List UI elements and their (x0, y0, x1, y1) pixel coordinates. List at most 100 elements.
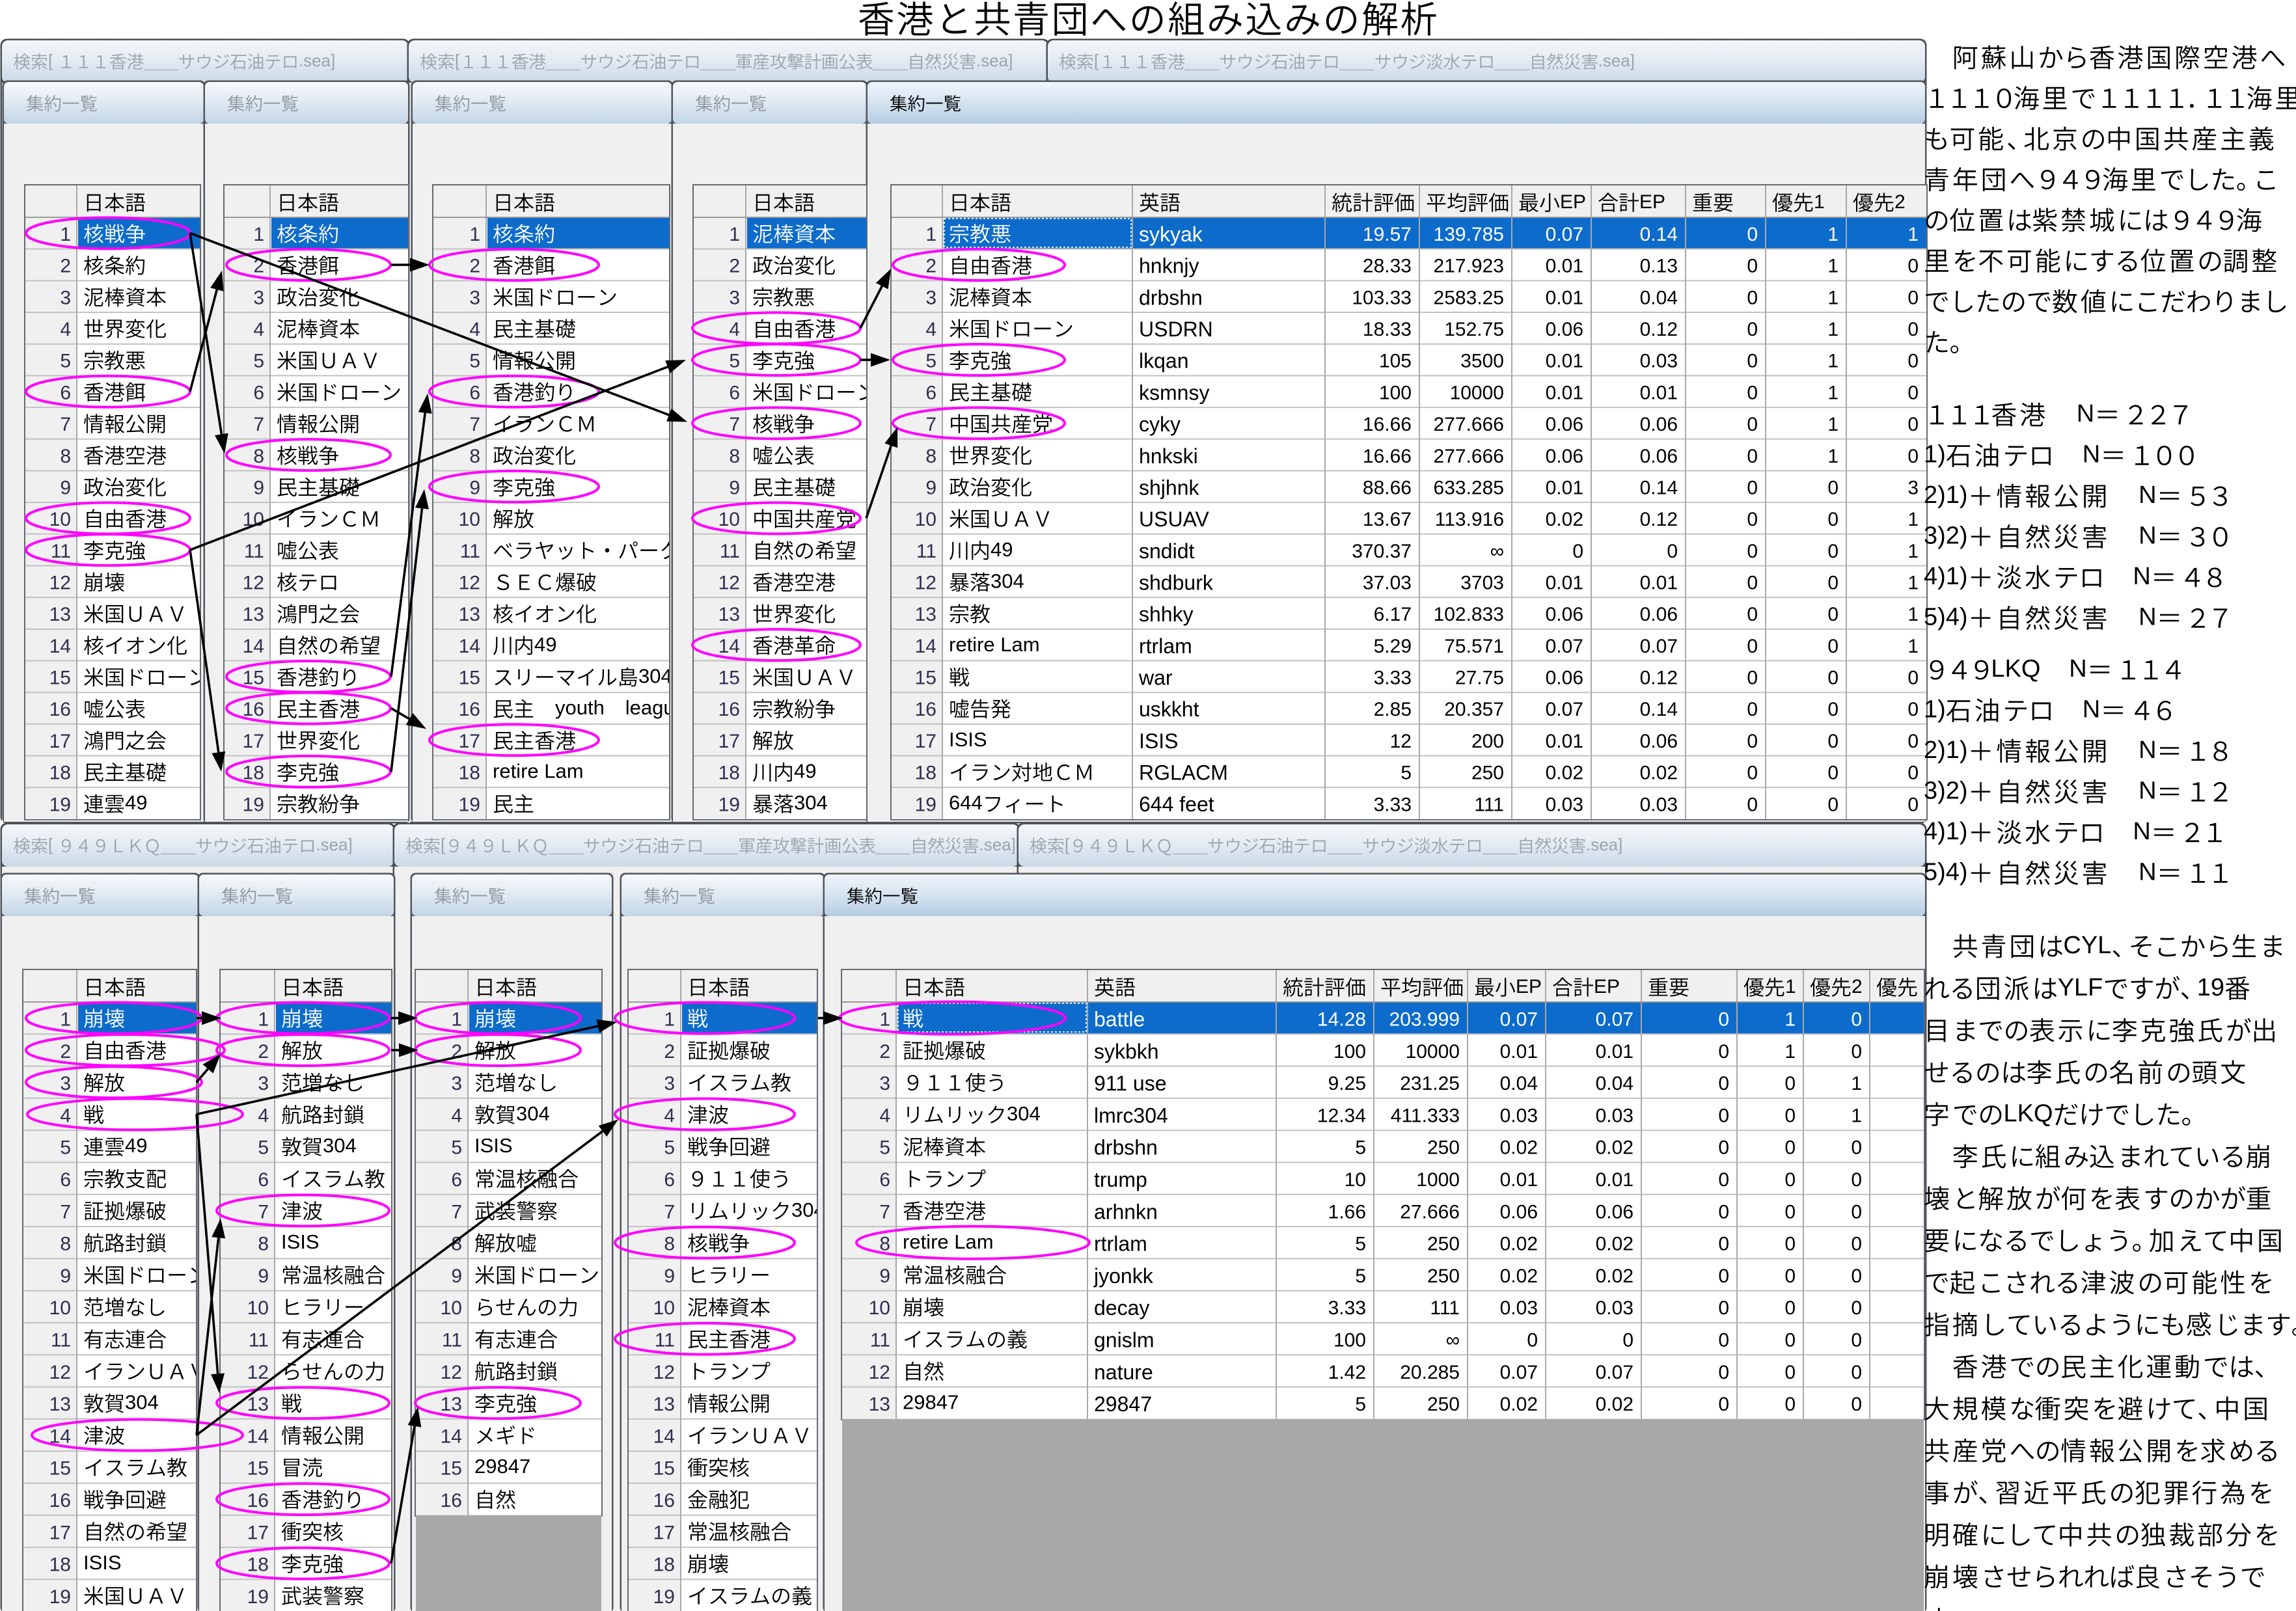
svg-text:1: 1 (451, 1009, 462, 1031)
svg-text:jyonkk: jyonkk (1093, 1264, 1154, 1288)
svg-text:0.01: 0.01 (1640, 573, 1678, 594)
svg-text:[: [ (48, 51, 53, 70)
svg-text:youth: youth (555, 696, 605, 719)
svg-text:7: 7 (60, 1201, 71, 1223)
svg-text:N: N (2139, 522, 2156, 550)
svg-text:0: 0 (1718, 1201, 1729, 1223)
svg-text:15: 15 (718, 668, 740, 689)
svg-text:0: 0 (1827, 509, 1838, 530)
svg-text:0: 0 (1851, 1266, 1862, 1287)
svg-text:10: 10 (441, 1297, 462, 1319)
svg-text:ISIS: ISIS (474, 1134, 513, 1157)
svg-text:1: 1 (664, 1009, 675, 1031)
svg-text:14: 14 (243, 636, 264, 657)
svg-text:0: 0 (1907, 731, 1919, 752)
svg-text:LKQ: LKQ (2004, 1100, 2053, 1128)
svg-text:1: 1 (469, 224, 480, 245)
svg-text:0: 0 (1827, 794, 1838, 815)
svg-text:∞: ∞ (1446, 1330, 1460, 1351)
svg-text:4: 4 (925, 319, 936, 340)
svg-text:uskkht: uskkht (1139, 697, 1199, 721)
svg-text:0: 0 (1527, 1330, 1538, 1351)
svg-text:2: 2 (469, 256, 480, 277)
svg-text:18: 18 (915, 763, 936, 784)
svg-text:0.06: 0.06 (1640, 414, 1678, 435)
svg-text:retire Lam: retire Lam (493, 760, 584, 783)
svg-text:12: 12 (243, 573, 264, 594)
svg-text:9: 9 (729, 478, 740, 499)
svg-text:0.12: 0.12 (1640, 319, 1678, 340)
svg-text:0.01: 0.01 (1596, 1041, 1633, 1063)
svg-text:11: 11 (655, 1330, 675, 1351)
svg-text:hnkski: hnkski (1139, 444, 1198, 468)
svg-text:100: 100 (1379, 382, 1412, 403)
svg-text:15: 15 (49, 668, 71, 689)
svg-text:3.33: 3.33 (1374, 668, 1412, 689)
svg-text:5: 5 (1401, 763, 1412, 784)
svg-text:EP: EP (1560, 191, 1586, 213)
svg-text:0: 0 (1907, 256, 1919, 277)
svg-text:3: 3 (879, 1073, 890, 1094)
svg-text:N: N (2139, 778, 2156, 805)
svg-text:0: 0 (1784, 1169, 1796, 1191)
svg-text:0: 0 (1907, 351, 1919, 372)
svg-text:10: 10 (869, 1297, 890, 1319)
svg-text:0: 0 (1827, 478, 1838, 499)
svg-text:17: 17 (49, 731, 71, 752)
svg-text:1: 1 (925, 224, 936, 245)
svg-text:111: 111 (1430, 1297, 1460, 1319)
svg-text:12: 12 (718, 573, 740, 594)
svg-text:277.666: 277.666 (1434, 414, 1504, 435)
svg-text:18.33: 18.33 (1363, 319, 1412, 340)
svg-text:0: 0 (1907, 414, 1919, 435)
svg-text:0: 0 (1747, 256, 1758, 277)
svg-text:11: 11 (916, 541, 936, 562)
svg-text:ISIS: ISIS (1139, 729, 1178, 753)
svg-text:27.75: 27.75 (1455, 668, 1504, 689)
svg-text:8: 8 (729, 446, 740, 467)
svg-text:0.07: 0.07 (1596, 1009, 1633, 1031)
svg-text:14.28: 14.28 (1317, 1009, 1366, 1031)
svg-text:8: 8 (925, 446, 936, 467)
svg-text:ISIS: ISIS (281, 1230, 320, 1253)
svg-text:113.916: 113.916 (1435, 509, 1504, 530)
svg-text:0: 0 (1827, 699, 1838, 720)
svg-text:5)4): 5)4) (1924, 604, 1968, 631)
svg-text:9: 9 (60, 478, 71, 499)
svg-text:2: 2 (1852, 976, 1863, 997)
svg-text:arhnkn: arhnkn (1094, 1200, 1158, 1223)
svg-text:0.06: 0.06 (1546, 414, 1583, 435)
svg-text:139.785: 139.785 (1434, 224, 1504, 245)
svg-text:0: 0 (1718, 1234, 1729, 1255)
svg-text:1: 1 (1907, 636, 1919, 657)
svg-text:0.07: 0.07 (1546, 636, 1583, 657)
svg-text:1: 1 (1814, 191, 1825, 213)
svg-text:0: 0 (1718, 1394, 1729, 1415)
svg-text:16: 16 (441, 1490, 462, 1511)
svg-text:3: 3 (253, 287, 264, 308)
svg-text:5: 5 (469, 351, 480, 372)
svg-text:0: 0 (1622, 1330, 1633, 1351)
svg-text:9: 9 (451, 1266, 462, 1287)
svg-text:217.923: 217.923 (1434, 256, 1504, 277)
svg-text:13: 13 (915, 604, 936, 625)
svg-text:CYL: CYL (2063, 932, 2111, 959)
svg-text:7: 7 (729, 414, 740, 435)
svg-text:0.02: 0.02 (1500, 1394, 1538, 1415)
svg-text:4: 4 (451, 1105, 462, 1126)
svg-text:8: 8 (469, 446, 480, 467)
svg-text:103.33: 103.33 (1352, 287, 1412, 308)
svg-text:2: 2 (60, 256, 71, 277)
svg-text:0.01: 0.01 (1546, 382, 1583, 403)
svg-text:0: 0 (1851, 1234, 1862, 1255)
svg-text:5: 5 (60, 1137, 71, 1159)
svg-text:0: 0 (1907, 319, 1919, 340)
svg-text:11: 11 (720, 541, 740, 562)
svg-text:18: 18 (459, 763, 480, 784)
svg-text:1: 1 (1827, 414, 1838, 435)
svg-text:0.02: 0.02 (1596, 1137, 1633, 1159)
svg-text:19: 19 (243, 794, 264, 815)
svg-text:[: [ (441, 835, 446, 854)
svg-text:0.03: 0.03 (1596, 1297, 1633, 1319)
svg-text:0.01: 0.01 (1546, 351, 1583, 372)
